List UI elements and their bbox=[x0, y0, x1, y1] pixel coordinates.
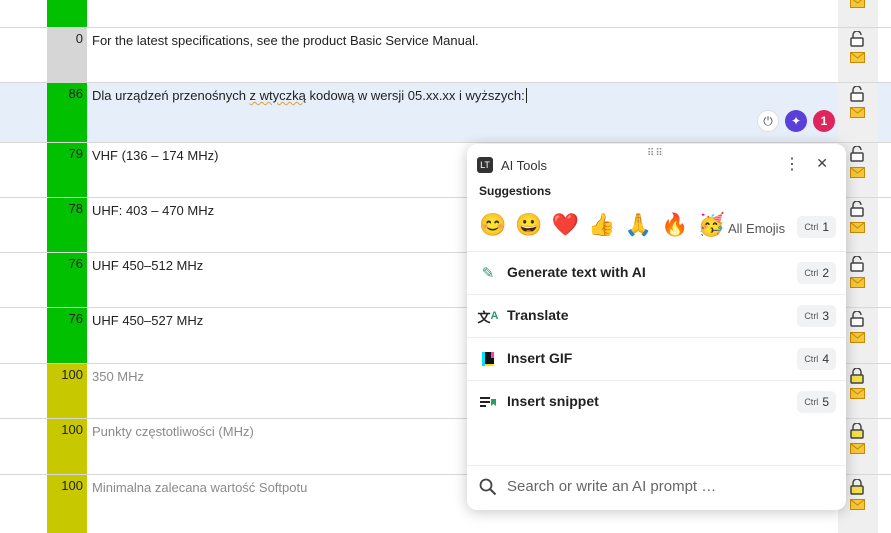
match-score: 79 bbox=[47, 143, 87, 197]
envelope-icon[interactable] bbox=[850, 52, 865, 63]
ctrl-key: Ctrl bbox=[804, 268, 819, 278]
panel-title: AI Tools bbox=[501, 157, 548, 173]
gif-icon bbox=[479, 350, 497, 368]
menu-item-label: Insert GIF bbox=[507, 350, 573, 366]
segment-text[interactable]: UHF: 403 – 470 MHz bbox=[92, 203, 214, 218]
unlocked-icon[interactable] bbox=[850, 31, 864, 47]
envelope-icon[interactable] bbox=[850, 388, 865, 399]
match-score: 76 bbox=[47, 308, 87, 363]
segment-text[interactable]: Punkty częstotliwości (MHz) bbox=[92, 424, 254, 439]
shortcut-badge: Ctrl 1 bbox=[797, 216, 836, 238]
shortcut-badge: Ctrl 2 bbox=[797, 262, 836, 284]
match-score: 100 bbox=[47, 419, 87, 474]
menu-item-label: Insert snippet bbox=[507, 393, 599, 409]
segment-text[interactable]: For the latest specifications, see the p… bbox=[92, 33, 479, 48]
translate-icon: 文A bbox=[477, 309, 499, 325]
envelope-icon[interactable] bbox=[850, 167, 865, 178]
shortcut-key: 2 bbox=[822, 266, 829, 280]
locked-icon[interactable] bbox=[850, 368, 864, 384]
segment-edit-field[interactable]: Dla urządzeń przenośnych z wtyczką kodow… bbox=[92, 88, 527, 103]
match-score: 100 bbox=[47, 364, 87, 418]
text-cursor bbox=[525, 88, 527, 103]
segment-text[interactable]: VHF (136 – 174 MHz) bbox=[92, 148, 218, 163]
locked-icon[interactable] bbox=[850, 479, 864, 495]
unlocked-icon[interactable] bbox=[850, 201, 864, 217]
close-icon[interactable]: ✕ bbox=[816, 155, 828, 172]
unlocked-icon[interactable] bbox=[850, 146, 864, 162]
ctrl-key: Ctrl bbox=[804, 222, 819, 232]
ai-pen-icon: ✎ bbox=[481, 265, 495, 282]
ctrl-key: Ctrl bbox=[804, 311, 819, 321]
emoji-pray[interactable]: 🙏 bbox=[625, 212, 652, 238]
issue-count-badge[interactable]: 1 bbox=[813, 110, 835, 132]
writing-assistant-bubble: ⏻ ✦ 1 bbox=[757, 110, 835, 132]
unlocked-icon[interactable] bbox=[850, 256, 864, 272]
ctrl-key: Ctrl bbox=[804, 354, 819, 364]
segment-text[interactable]: 350 MHz bbox=[92, 369, 144, 384]
ai-sparkle-icon[interactable]: ✦ bbox=[785, 110, 807, 132]
match-score bbox=[47, 0, 87, 27]
segment-text[interactable]: Minimalna zalecana wartość Softpotu bbox=[92, 480, 307, 495]
shortcut-badge: Ctrl 5 bbox=[797, 391, 836, 413]
spelling-flag[interactable]: z wtyczką bbox=[250, 88, 306, 103]
match-score: 0 bbox=[47, 28, 87, 82]
suggestions-heading: Suggestions bbox=[479, 184, 552, 198]
emoji-heart[interactable]: ❤️ bbox=[552, 212, 579, 238]
match-score: 78 bbox=[47, 198, 87, 252]
segment-text[interactable]: UHF 450–527 MHz bbox=[92, 313, 203, 328]
menu-item-generate-text[interactable]: ✎ Generate text with AI Ctrl 2 bbox=[467, 251, 846, 294]
emoji-party[interactable]: 🥳 bbox=[697, 212, 724, 238]
ai-tools-panel: ⠿⠿ LT AI Tools ⋮ ✕ Suggestions 😊 😀 ❤️ 👍 … bbox=[467, 144, 846, 510]
emoji-fire[interactable]: 🔥 bbox=[661, 212, 688, 238]
shortcut-badge: Ctrl 4 bbox=[797, 348, 836, 370]
envelope-icon[interactable] bbox=[850, 277, 865, 288]
emoji-smile[interactable]: 😊 bbox=[479, 212, 506, 238]
envelope-icon[interactable] bbox=[850, 443, 865, 454]
ai-prompt-input[interactable] bbox=[505, 477, 829, 496]
table-row[interactable]: 0 For the latest specifications, see the… bbox=[0, 28, 891, 83]
shortcut-key: 1 bbox=[822, 220, 829, 234]
shortcut-badge: Ctrl 3 bbox=[797, 305, 836, 327]
menu-item-translate[interactable]: 文A Translate Ctrl 3 bbox=[467, 294, 846, 337]
unlocked-icon[interactable] bbox=[850, 311, 864, 327]
envelope-icon[interactable] bbox=[850, 0, 865, 8]
power-icon[interactable]: ⏻ bbox=[757, 110, 779, 132]
match-score: 100 bbox=[47, 475, 87, 533]
menu-item-label: Translate bbox=[507, 307, 569, 323]
envelope-icon[interactable] bbox=[850, 332, 865, 343]
snippet-icon bbox=[479, 393, 497, 411]
ctrl-key: Ctrl bbox=[804, 397, 819, 407]
text-part: kodową w wersji 05.xx.xx i wyższych: bbox=[305, 88, 525, 103]
shortcut-key: 4 bbox=[822, 352, 829, 366]
table-row[interactable] bbox=[0, 0, 891, 28]
search-icon bbox=[479, 478, 497, 496]
shortcut-key: 3 bbox=[822, 309, 829, 323]
all-emojis-link[interactable]: All Emojis bbox=[728, 221, 785, 236]
text-part: Dla urządzeń przenośnych bbox=[92, 88, 250, 103]
match-score: 76 bbox=[47, 253, 87, 307]
match-score: 86 bbox=[47, 83, 87, 142]
shortcut-key: 5 bbox=[822, 395, 829, 409]
app-logo-icon: LT bbox=[477, 157, 493, 173]
envelope-icon[interactable] bbox=[850, 499, 865, 510]
menu-item-label: Generate text with AI bbox=[507, 264, 646, 280]
envelope-icon[interactable] bbox=[850, 107, 865, 118]
panel-header: LT AI Tools ⋮ ✕ bbox=[477, 154, 836, 176]
emoji-suggestions: 😊 😀 ❤️ 👍 🙏 🔥 🥳 bbox=[479, 212, 725, 238]
emoji-thumbs-up[interactable]: 👍 bbox=[588, 212, 615, 238]
more-options-icon[interactable]: ⋮ bbox=[784, 154, 800, 174]
segment-text[interactable]: UHF 450–512 MHz bbox=[92, 258, 203, 273]
menu-item-insert-gif[interactable]: Insert GIF Ctrl 4 bbox=[467, 337, 846, 380]
locked-icon[interactable] bbox=[850, 423, 864, 439]
unlocked-icon[interactable] bbox=[850, 86, 864, 102]
envelope-icon[interactable] bbox=[850, 222, 865, 233]
emoji-grin[interactable]: 😀 bbox=[515, 212, 542, 238]
menu-item-insert-snippet[interactable]: Insert snippet Ctrl 5 bbox=[467, 380, 846, 423]
ai-prompt-bar bbox=[467, 465, 846, 510]
